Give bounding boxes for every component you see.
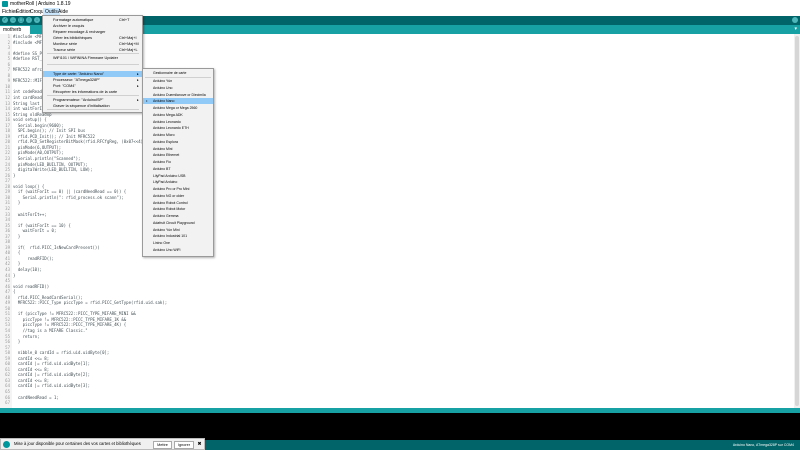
title-bar: motherRoll | Arduino 1.8.19	[0, 0, 800, 8]
board-label: Arduino Leonardo ETH	[153, 126, 189, 131]
board-label: Arduino Uno	[153, 85, 173, 90]
selected-dot-icon: •	[146, 98, 148, 104]
update-button[interactable]: Mettre	[153, 441, 172, 449]
code-line: 67	[0, 400, 800, 406]
board-menu-item[interactable]: Arduino Uno	[143, 85, 213, 91]
tools-menu-item[interactable]: Récupérer les informations de la carte	[43, 89, 142, 95]
board-label: LilyPad Arduino USB	[153, 173, 186, 178]
notification-text: Mise à jour disponible pour certaines de…	[14, 441, 141, 446]
close-icon[interactable]: ✖	[197, 441, 202, 447]
menu-separator	[47, 95, 139, 96]
board-label: Arduino NG or older	[153, 193, 185, 198]
board-menu-item[interactable]: Arduino Fio	[143, 159, 213, 165]
menu-separator	[47, 64, 139, 65]
board-label: Gestionnaire de carte	[153, 71, 187, 75]
board-menu-item[interactable]: Arduino BT	[143, 166, 213, 172]
board-label: Arduino Yún	[153, 79, 173, 83]
board-menu-item[interactable]: Arduino Mega ADK	[143, 112, 213, 118]
tools-menu-item[interactable]: Traceur série Ctrl+Maj+L	[43, 47, 142, 53]
tab-menu-icon[interactable]: ▾	[794, 25, 797, 34]
new-button[interactable]: ▢	[18, 17, 24, 23]
board-menu-item[interactable]: Arduino Industrial 101	[143, 233, 213, 239]
board-menu-item[interactable]: Arduino Leonardo ETH	[143, 125, 213, 131]
tab-motherb[interactable]: motherb	[0, 26, 30, 34]
board-type-submenu: Gestionnaire de carte Arduino Yún Arduino …	[142, 68, 214, 257]
board-label: Arduino Robot Control	[153, 200, 188, 205]
console-output	[0, 413, 800, 440]
board-label: Arduino Uno WiFi	[153, 247, 181, 252]
menu-item-label: WiFi101 / WiFiNINA Firmware Updater	[53, 56, 118, 60]
board-menu-item[interactable]: Arduino Robot Motor	[143, 206, 213, 212]
board-label: Arduino Gemma	[153, 214, 179, 218]
arduino-logo-icon	[3, 441, 10, 448]
board-label: Arduino Industrial 101	[153, 234, 188, 239]
save-button[interactable]: ↓	[34, 17, 40, 23]
board-label: Arduino Leonardo	[153, 119, 181, 124]
menu-shortcut: Ctrl+Maj+L	[119, 48, 138, 52]
board-menu-item[interactable]: Arduino Robot Control	[143, 200, 213, 206]
board-menu-item[interactable]: Arduino Gemma	[143, 213, 213, 219]
verify-button[interactable]: ✓	[2, 17, 8, 23]
board-menu-item[interactable]: Arduino Esplora	[143, 139, 213, 145]
serial-monitor-button[interactable]	[792, 17, 798, 23]
board-menu-item[interactable]: Arduino Micro	[143, 132, 213, 138]
board-menu-item[interactable]: Arduino Uno WiFi	[143, 247, 213, 253]
menu-item-label: Récupérer les informations de la carte	[53, 90, 118, 94]
board-label: Arduino Mega or Mega 2560	[153, 106, 198, 110]
arduino-app-icon	[2, 1, 8, 7]
board-label: Arduino Fio	[153, 160, 171, 164]
board-menu-item[interactable]: Gestionnaire de carte	[143, 70, 213, 76]
tools-menu-dropdown: Formatage automatique Ctrl+T Archiver le c…	[42, 15, 143, 113]
menu-separator	[47, 109, 139, 110]
board-label: Arduino BT	[153, 166, 171, 171]
board-label: Arduino Mega ADK	[153, 112, 183, 117]
menu-item-label: Traceur série	[53, 48, 76, 52]
board-menu-item[interactable]: Arduino Pro or Pro Mini	[143, 186, 213, 192]
board-label: Arduino Ethernet	[153, 153, 180, 158]
tools-menu-item[interactable]: WiFi101 / WiFiNINA Firmware Updater	[43, 55, 142, 61]
board-menu-item[interactable]: Adafruit Circuit Playground	[143, 220, 213, 226]
board-label: Adafruit Circuit Playground	[153, 220, 195, 225]
board-menu-item[interactable]: Arduino Leonardo	[143, 119, 213, 125]
board-menu-item[interactable]: Arduino Duemilanove or Diecimila	[143, 92, 213, 98]
board-info-label: Arduino Nano, ATmega328P sur COM4	[732, 443, 794, 447]
board-menu-item[interactable]: Linino One	[143, 240, 213, 246]
window-title: motherRoll | Arduino 1.8.19	[10, 1, 71, 7]
board-menu-item[interactable]: Arduino Mega or Mega 2560	[143, 105, 213, 111]
menu-separator	[47, 53, 139, 54]
board-menu-item[interactable]: Arduino Yún	[143, 78, 213, 84]
board-label: Linino One	[153, 241, 170, 245]
board-label: LilyPad Arduino	[153, 180, 178, 185]
board-menu-item[interactable]: • Arduino Nano	[143, 98, 213, 105]
board-label: Arduino Pro or Pro Mini	[153, 187, 190, 191]
board-label: Arduino Robot Motor	[153, 207, 186, 212]
board-menu-item[interactable]: Arduino NG or older	[143, 193, 213, 199]
board-label: Arduino Esplora	[153, 139, 178, 144]
board-label: Arduino Nano	[153, 99, 175, 104]
board-menu-item[interactable]: Arduino Ethernet	[143, 152, 213, 158]
line-number: 67	[5, 400, 10, 406]
board-label: Arduino Yún Mini	[153, 227, 180, 232]
board-menu-item[interactable]: LilyPad Arduino	[143, 179, 213, 185]
board-menu-item[interactable]: LilyPad Arduino USB	[143, 173, 213, 179]
board-menu-item[interactable]: Arduino Yún Mini	[143, 227, 213, 233]
open-button[interactable]: ↑	[26, 17, 32, 23]
upload-button[interactable]: →	[10, 17, 16, 23]
tools-menu-item[interactable]: Graver la séquence d'initialisation	[43, 103, 142, 109]
ignore-button[interactable]: Ignorer	[174, 441, 194, 449]
board-label: Arduino Micro	[153, 133, 175, 137]
update-notification: Mise à jour disponible pour certaines de…	[0, 438, 205, 450]
board-label: Arduino Duemilanove or Diecimila	[153, 92, 206, 97]
board-label: Arduino Mini	[153, 146, 173, 151]
menu-item-label: Graver la séquence d'initialisation	[53, 104, 110, 108]
editor-scroll-thumb[interactable]	[795, 36, 799, 406]
board-menu-item[interactable]: Arduino Mini	[143, 146, 213, 152]
